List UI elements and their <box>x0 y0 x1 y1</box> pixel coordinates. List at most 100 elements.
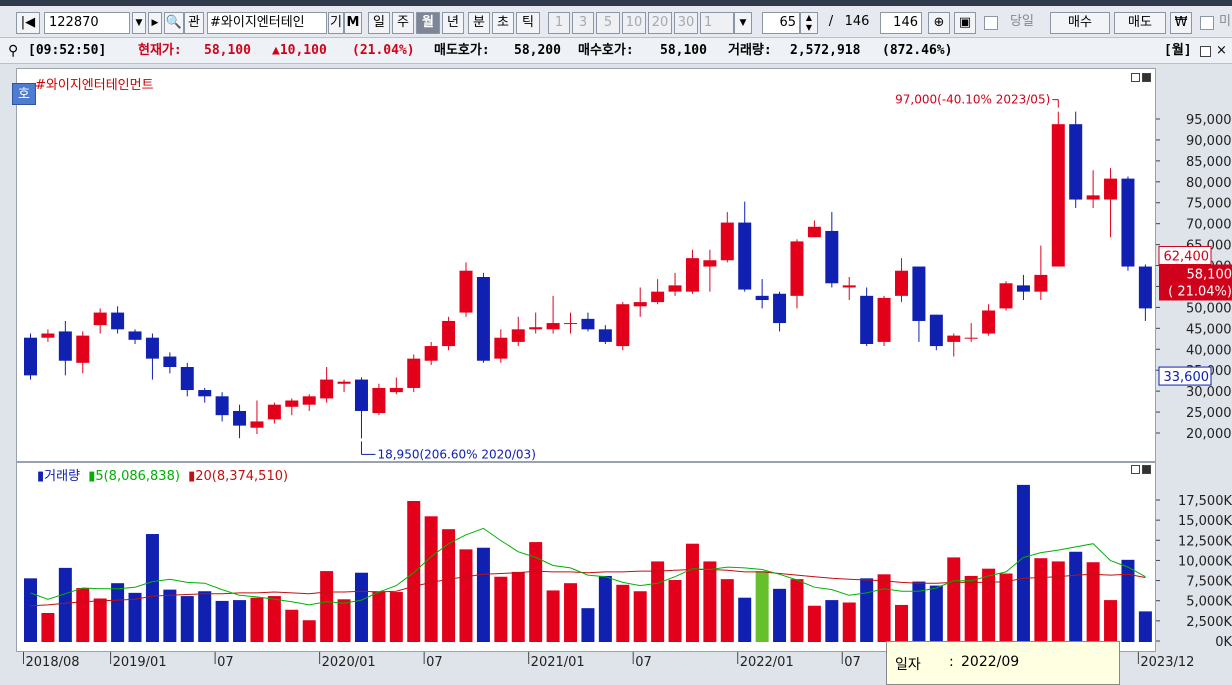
volume-legend: ▮거래량 ▮5(8,086,838) ▮20(8,374,510) <box>37 465 288 484</box>
volume-axis-label: 12,500K <box>1178 534 1232 549</box>
marker-current-box <box>1159 264 1232 300</box>
interval-20-button[interactable]: 20 <box>648 12 672 34</box>
next-arrow-button[interactable]: ▶ <box>148 12 162 34</box>
candle-body <box>477 277 490 361</box>
candle-body <box>24 338 37 376</box>
save-icon[interactable]: ▣ <box>954 12 976 34</box>
volume-bar <box>686 544 699 642</box>
volume-axis-label: 2,500K <box>1186 615 1232 630</box>
x-axis-label: 2018/08 <box>26 655 80 670</box>
volume-bar <box>738 598 751 642</box>
period-tab-month[interactable]: 월 <box>416 12 440 34</box>
marker-high-box <box>1159 246 1211 264</box>
volume-bar <box>285 610 298 642</box>
stock-name-field[interactable]: #와이지엔터테인 <box>207 12 327 34</box>
interval-10-button[interactable]: 10 <box>622 12 646 34</box>
volume-bar <box>338 599 351 642</box>
display-count-input[interactable]: 65 <box>762 12 800 34</box>
count-input[interactable]: 146 <box>880 12 922 34</box>
m-button[interactable]: M <box>344 12 362 34</box>
volume-bar <box>460 549 473 642</box>
sell-button[interactable]: 매도 <box>1114 12 1166 34</box>
candle-body <box>442 321 455 346</box>
interval-select[interactable]: 1 <box>700 12 734 34</box>
close-icon[interactable]: × <box>1216 38 1227 64</box>
candle-body <box>1017 285 1030 291</box>
pin-icon[interactable]: ⚲ <box>8 38 18 64</box>
date-tooltip: 일자 : 2022/09 <box>886 641 1120 685</box>
restore-icon[interactable] <box>1200 46 1211 57</box>
candle-body <box>250 421 263 427</box>
candle-body <box>1034 275 1047 292</box>
gi-button[interactable]: 기 <box>328 12 344 34</box>
volume-chart-pane[interactable]: ▮거래량 ▮5(8,086,838) ▮20(8,374,510) <box>16 462 1156 652</box>
volume-bar <box>721 579 734 642</box>
dangil-checkbox[interactable] <box>984 16 998 30</box>
price-axis-label: 30,000 <box>1186 385 1232 400</box>
candle-body <box>756 296 769 300</box>
interval-30-button[interactable]: 30 <box>674 12 698 34</box>
candle-body <box>843 285 856 287</box>
volume-axis-label: 7,500K <box>1186 575 1232 590</box>
candle-body <box>982 310 995 333</box>
period-tab-tick[interactable]: 틱 <box>516 12 540 34</box>
candle-body <box>529 327 542 329</box>
related-button[interactable]: 관 <box>184 12 204 34</box>
interval-5-button[interactable]: 5 <box>596 12 620 34</box>
vol-pane-restore-icon[interactable] <box>1131 465 1140 474</box>
volume-bar <box>982 569 995 642</box>
volume-bar <box>773 589 786 642</box>
interval-3-button[interactable]: 3 <box>572 12 594 34</box>
ask-price: 58,200 <box>514 38 561 64</box>
x-axis-label: 2021/01 <box>531 655 585 670</box>
price-axis-label: 80,000 <box>1186 176 1232 191</box>
pane-close-icon[interactable] <box>1142 73 1151 82</box>
period-tab-day[interactable]: 일 <box>368 12 390 34</box>
interval-1-button[interactable]: 1 <box>548 12 570 34</box>
extra-checkbox[interactable] <box>1200 16 1214 30</box>
candle-body <box>547 323 560 329</box>
price-axis-label: 95,000 <box>1186 113 1232 128</box>
candle-body <box>1069 124 1082 199</box>
pane-restore-icon[interactable] <box>1131 73 1140 82</box>
x-axis-label: 2019/01 <box>113 655 167 670</box>
volume-bar <box>651 561 664 642</box>
total-count: 146 <box>842 12 872 34</box>
magnifier-icon[interactable]: 🔍 <box>164 12 184 34</box>
volume-bar <box>146 534 159 642</box>
period-tag: [월] <box>1164 38 1192 64</box>
volume-bar <box>1017 485 1030 642</box>
volume-bar <box>477 548 490 642</box>
buy-button[interactable]: 매수 <box>1050 12 1110 34</box>
period-tab-minute[interactable]: 분 <box>468 12 490 34</box>
volume-bar <box>843 603 856 642</box>
volume-bar <box>616 585 629 642</box>
period-tab-week[interactable]: 주 <box>392 12 414 34</box>
add-panel-icon[interactable]: ⊕ <box>928 12 950 34</box>
candle-body <box>59 331 72 360</box>
candle-body <box>912 267 925 321</box>
stock-code-input[interactable]: 122870 <box>44 12 130 34</box>
code-dropdown-button[interactable]: ▼ <box>132 12 146 34</box>
first-record-button[interactable]: |◀ <box>16 12 40 34</box>
volume-bar <box>181 596 194 642</box>
candle-body <box>494 338 507 359</box>
won-button[interactable]: ₩ <box>1170 12 1192 34</box>
vol-pane-close-icon[interactable] <box>1142 465 1151 474</box>
volume-bar <box>930 586 943 642</box>
marker-current-pct: ( 21.04%) <box>1168 284 1232 299</box>
period-tab-second[interactable]: 초 <box>492 12 514 34</box>
quote-badge[interactable]: 호 <box>12 83 36 105</box>
candle-body <box>460 271 473 313</box>
price-chart-pane[interactable]: 97,000(-40.10% 2023/05)18,950(206.60% 20… <box>16 68 1156 462</box>
candle-body <box>94 313 107 326</box>
count-spinner[interactable]: ▲▼ <box>800 12 818 34</box>
candle-body <box>965 338 978 339</box>
volume-bar <box>895 605 908 642</box>
chevron-down-icon[interactable]: ▼ <box>734 12 752 34</box>
candle-body <box>947 336 960 342</box>
period-tab-year[interactable]: 년 <box>442 12 464 34</box>
volume-axis-label: 17,500K <box>1178 494 1232 509</box>
bid-label: 매수호가: <box>578 38 634 64</box>
candle-body <box>703 260 716 266</box>
